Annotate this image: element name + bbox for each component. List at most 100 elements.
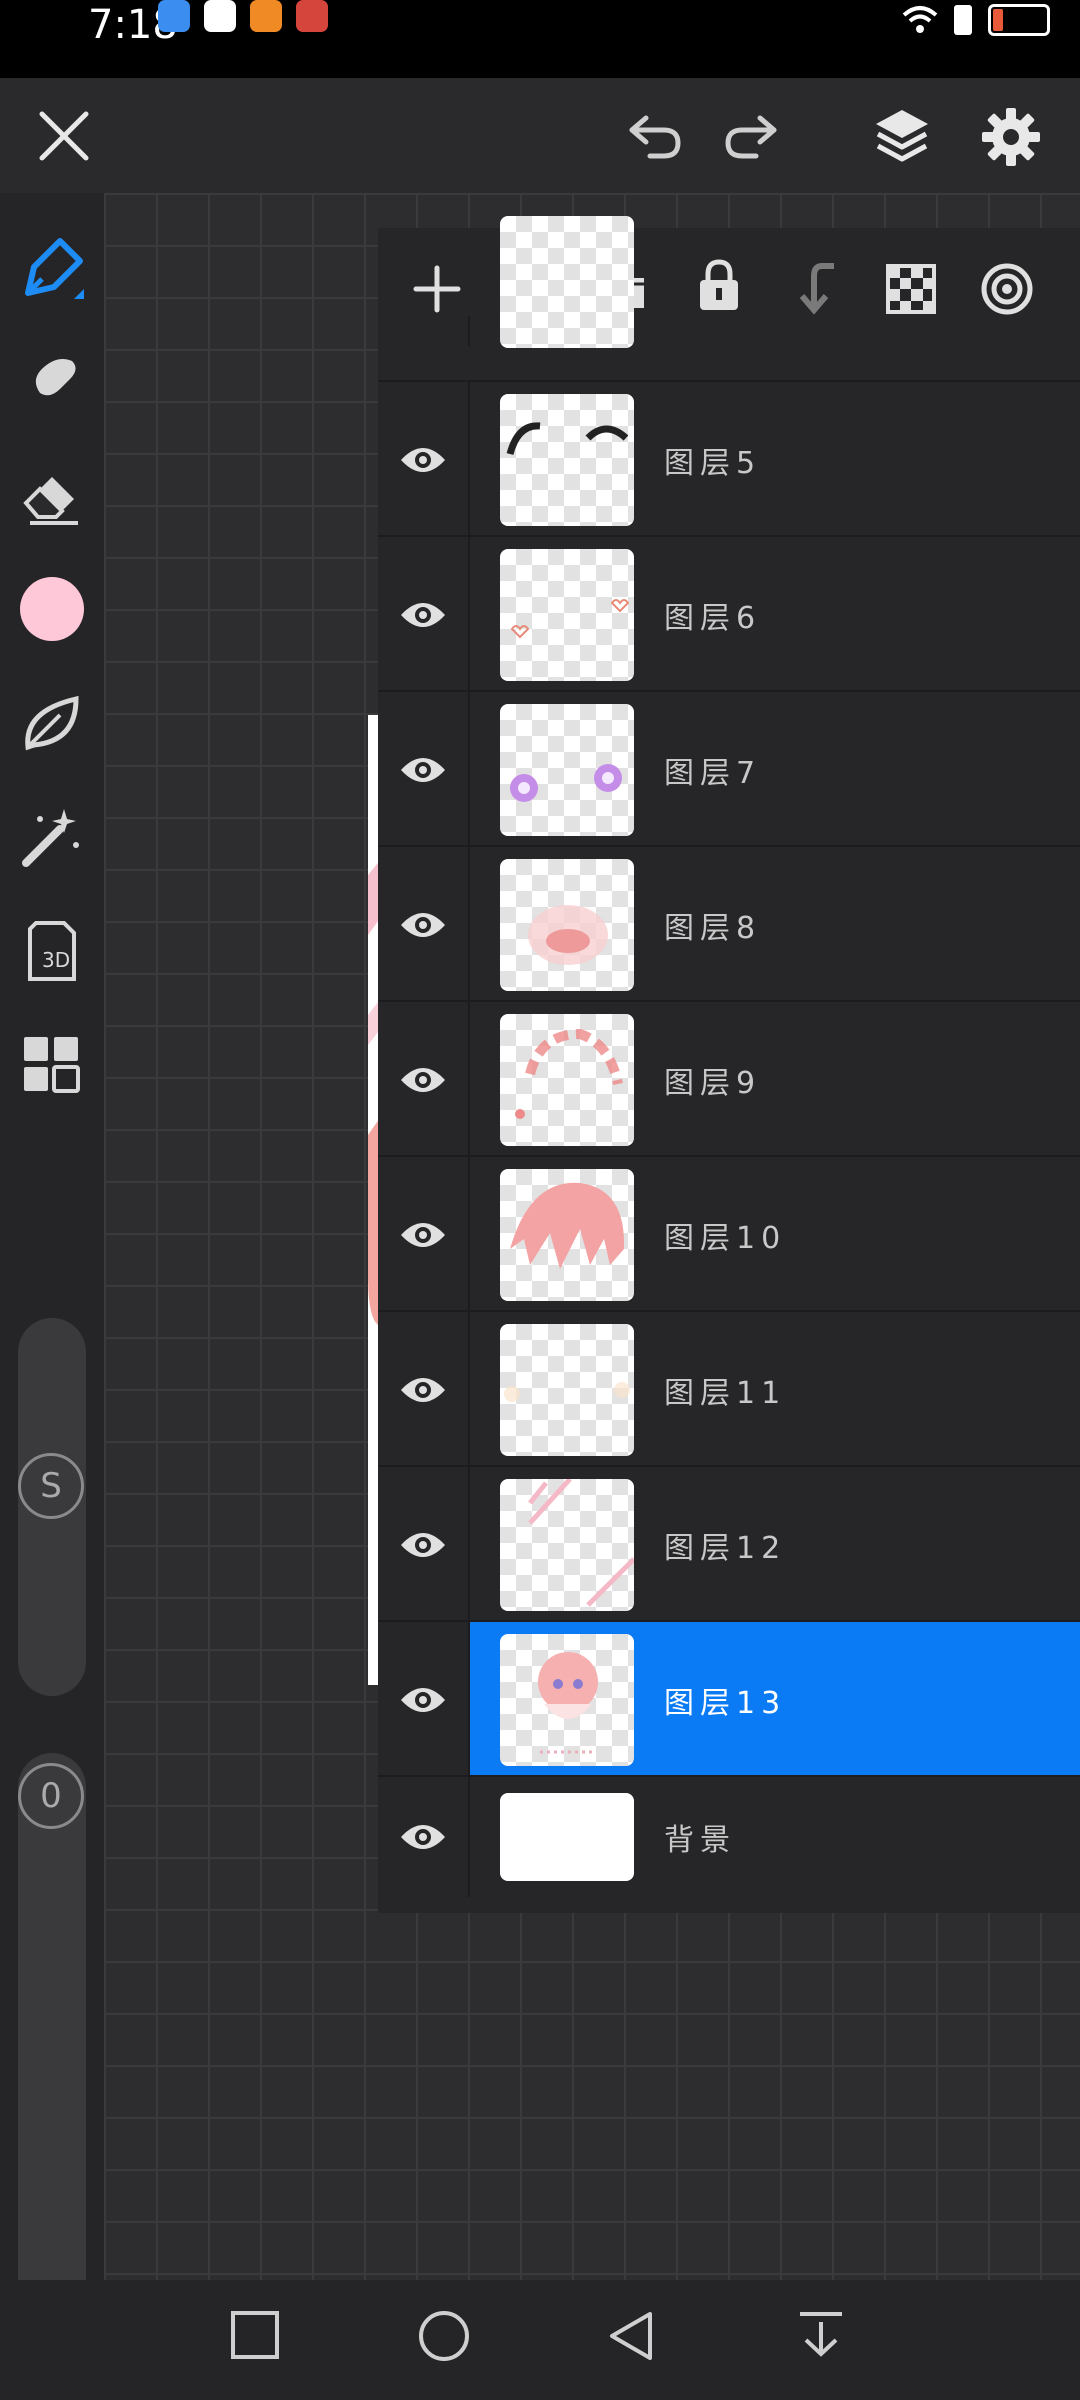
eye-icon [401, 1825, 445, 1849]
undo-icon[interactable] [626, 110, 684, 160]
visibility-toggle[interactable] [378, 1157, 470, 1312]
layers-panel: 图层5 图层6 图层7 图层8 图层9 图层10 图层11 图层12 图层13 … [378, 216, 1080, 1913]
layer-name: 图层11 [664, 1375, 787, 1411]
add-layer-icon[interactable] [412, 264, 462, 314]
layer-row[interactable]: 图层6 [378, 535, 1080, 692]
top-toolbar [0, 78, 1080, 193]
eye-icon [401, 447, 445, 472]
smudge-tool[interactable] [16, 345, 88, 417]
visibility-toggle[interactable] [378, 1002, 470, 1157]
visibility-toggle[interactable] [378, 1777, 470, 1897]
recent-apps-icon[interactable] [230, 2310, 280, 2360]
eye-icon [401, 1067, 445, 1092]
layer-row[interactable]: 图层9 [378, 1000, 1080, 1157]
eye-icon [401, 1377, 445, 1402]
layer-name: 图层5 [664, 445, 762, 481]
layer-name: 图层12 [664, 1530, 787, 1566]
alert-notification-icon [204, 0, 236, 32]
magic-wand-tool[interactable] [16, 801, 88, 873]
lock-icon[interactable] [694, 258, 744, 314]
eraser-tool[interactable] [16, 459, 88, 531]
status-indicators [902, 4, 1050, 36]
opacity-slider-label: 0 [18, 1763, 84, 1829]
visibility-toggle[interactable] [378, 537, 470, 692]
eye-icon [401, 1532, 445, 1557]
battery-icon [988, 4, 1050, 36]
size-slider-label: S [18, 1453, 84, 1519]
visibility-toggle[interactable] [378, 1622, 470, 1777]
grid-icon [24, 1037, 80, 1093]
layer-thumbnail [500, 704, 634, 836]
visibility-toggle[interactable] [378, 847, 470, 1002]
status-bar: 7:18 [0, 0, 1080, 78]
game-app-notification-icon [296, 0, 328, 32]
leaf-tool[interactable] [16, 687, 88, 759]
alert-icon [954, 5, 972, 35]
3d-tool[interactable]: 3D [16, 915, 88, 987]
visibility-toggle[interactable] [378, 382, 470, 537]
layer-name: 图层8 [664, 910, 762, 946]
visibility-toggle[interactable] [378, 692, 470, 847]
layer-row[interactable]: 图层5 [378, 380, 1080, 537]
layer-row[interactable]: 图层10 [378, 1155, 1080, 1312]
redo-icon[interactable] [722, 110, 780, 160]
layer-thumbnail [500, 1324, 634, 1456]
eye-icon [401, 1222, 445, 1247]
pen-icon [25, 238, 84, 299]
opacity-slider[interactable] [18, 1753, 86, 2325]
layer-thumbnail [500, 859, 634, 991]
layer-thumbnail [500, 1479, 634, 1611]
grid-tool[interactable] [16, 1029, 88, 1101]
3d-label: 3D [42, 948, 70, 972]
layer-row[interactable]: 图层11 [378, 1310, 1080, 1467]
layer-row-partial[interactable] [378, 216, 1080, 348]
layer-thumbnail [500, 394, 634, 526]
layer-name: 图层6 [664, 600, 762, 636]
selected-layer-highlight: 图层13 [470, 1622, 1080, 1777]
clipping-mask-icon[interactable] [980, 262, 1034, 316]
layer-thumbnail [500, 1793, 634, 1881]
status-notification-icons [158, 0, 328, 32]
3d-model-icon: 3D [28, 921, 76, 981]
layer-name: 图层9 [664, 1065, 762, 1101]
smudge-icon [28, 359, 76, 407]
video-app-notification-icon [250, 0, 282, 32]
eye-icon [401, 912, 445, 937]
home-icon[interactable] [418, 2310, 470, 2362]
eraser-icon [23, 477, 78, 525]
app-notification-icon [158, 0, 190, 32]
eye-icon [401, 1687, 445, 1712]
visibility-toggle[interactable] [378, 1467, 470, 1622]
layer-row[interactable]: 图层12 [378, 1465, 1080, 1622]
magic-wand-icon [22, 809, 79, 867]
pen-tool[interactable] [16, 233, 88, 305]
color-swatch[interactable] [16, 573, 88, 645]
gear-icon[interactable] [980, 106, 1042, 168]
close-icon[interactable] [38, 110, 90, 162]
system-nav-bar [0, 2280, 1080, 2400]
layer-thumbnail [500, 1169, 634, 1301]
layer-thumbnail [500, 216, 634, 348]
layer-name: 图层7 [664, 755, 762, 791]
transparency-lock-icon[interactable] [886, 264, 936, 314]
layer-row-selected[interactable]: 图层13 [378, 1620, 1080, 1777]
current-color-swatch [20, 577, 84, 641]
layer-row[interactable]: 图层7 [378, 690, 1080, 847]
wifi-icon [902, 6, 938, 33]
eye-icon [401, 602, 445, 627]
merge-down-icon[interactable] [796, 262, 840, 316]
eye-icon [401, 757, 445, 782]
layer-name: 背景 [664, 1823, 736, 1858]
layer-thumbnail [500, 1634, 634, 1766]
layer-row[interactable]: 图层8 [378, 845, 1080, 1002]
visibility-toggle[interactable] [378, 1312, 470, 1467]
layer-thumbnail [500, 1014, 634, 1146]
hide-nav-icon[interactable] [796, 2310, 846, 2360]
layer-name: 图层13 [664, 1685, 787, 1721]
layer-name: 图层10 [664, 1220, 787, 1256]
back-icon[interactable] [606, 2310, 656, 2362]
left-toolbar: 3D S 0 [0, 193, 104, 2325]
layer-row-background[interactable]: 背景 [378, 1775, 1080, 1897]
layers-icon[interactable] [872, 106, 932, 166]
leaf-icon [25, 695, 79, 751]
